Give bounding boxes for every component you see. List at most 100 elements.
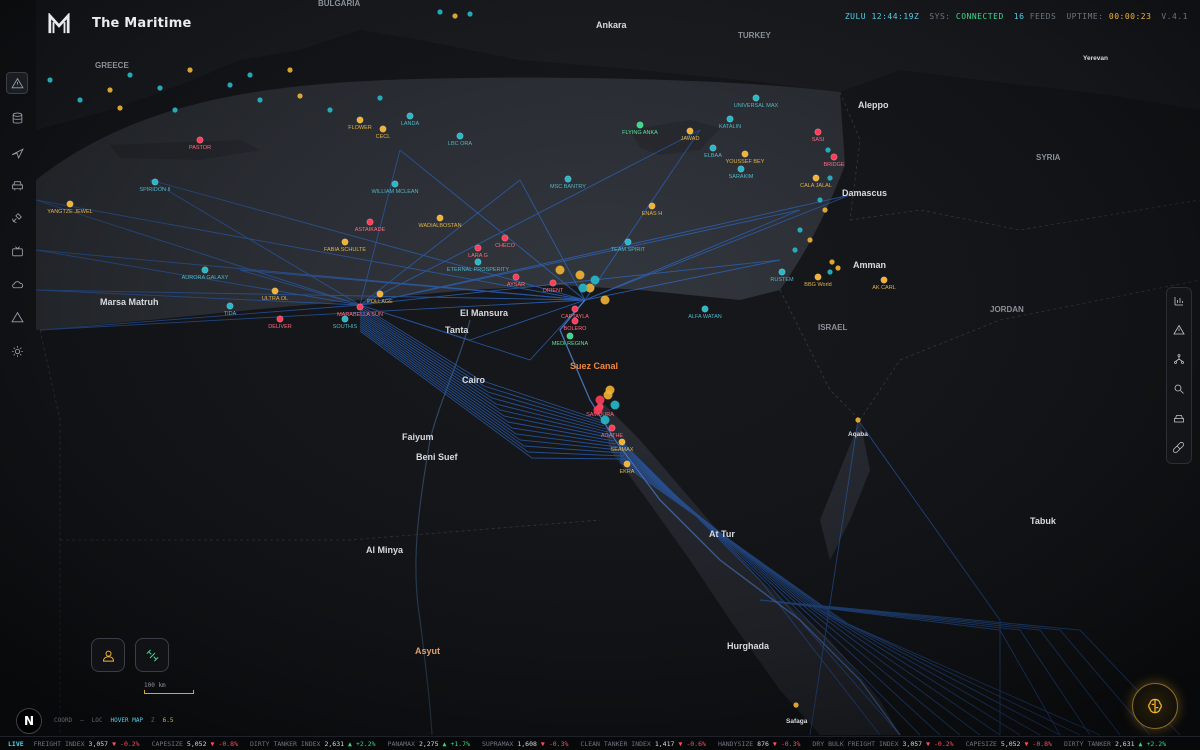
vessel-dot[interactable] xyxy=(812,174,820,182)
vessel-dot[interactable] xyxy=(709,144,717,152)
vessel-dot[interactable] xyxy=(797,227,803,233)
vessel-dot[interactable] xyxy=(564,175,572,183)
vessel-dot[interactable] xyxy=(595,395,605,405)
fleet-button[interactable] xyxy=(1170,410,1188,428)
vessel-dot[interactable] xyxy=(107,87,113,93)
vessel-dot[interactable] xyxy=(555,265,565,275)
vessel-dot[interactable] xyxy=(456,132,464,140)
vessel-dot[interactable] xyxy=(618,438,626,446)
vessel-dot[interactable] xyxy=(575,270,585,280)
vessel-dot[interactable] xyxy=(817,197,823,203)
vessel-dot[interactable] xyxy=(793,702,799,708)
vessel-dot[interactable] xyxy=(835,265,841,271)
vessel-dot[interactable] xyxy=(792,247,798,253)
vessel-dot[interactable] xyxy=(600,415,610,425)
sidebar-database-button[interactable] xyxy=(6,107,28,129)
vessel-dot[interactable] xyxy=(623,460,631,468)
vessel-dot[interactable] xyxy=(608,424,616,432)
vessel-dot[interactable] xyxy=(636,121,644,129)
vessel-dot[interactable] xyxy=(610,400,620,410)
vessel-dot[interactable] xyxy=(726,115,734,123)
vessel-dot[interactable] xyxy=(327,107,333,113)
vessel-dot[interactable] xyxy=(366,218,374,226)
vessel-dot[interactable] xyxy=(47,77,53,83)
vessel-dot[interactable] xyxy=(467,11,473,17)
vessel-dot[interactable] xyxy=(341,315,349,323)
vessel-dot[interactable] xyxy=(827,175,833,181)
ai-assistant-button[interactable] xyxy=(1132,683,1178,729)
alerts-panel-button[interactable] xyxy=(1170,321,1188,339)
satellite-layer-button[interactable] xyxy=(135,638,169,672)
vessel-dot[interactable] xyxy=(501,234,509,242)
vessel-dot[interactable] xyxy=(737,165,745,173)
vessel-dot[interactable] xyxy=(752,94,760,102)
sidebar-alerts-button[interactable] xyxy=(6,72,28,94)
vessel-dot[interactable] xyxy=(590,275,600,285)
vessel-dot[interactable] xyxy=(356,303,364,311)
sidebar-aircraft-button[interactable] xyxy=(6,141,28,163)
vessel-dot[interactable] xyxy=(880,276,888,284)
vessel-dot[interactable] xyxy=(452,13,458,19)
vessel-dot[interactable] xyxy=(187,67,193,73)
map-canvas[interactable]: BULGARIA TURKEY GREECE SYRIA ISRAEL JORDAN Ank… xyxy=(0,0,1200,750)
vessel-dot[interactable] xyxy=(257,97,263,103)
vessel-dot[interactable] xyxy=(406,112,414,120)
vessel-dot[interactable] xyxy=(855,417,861,423)
user-location-button[interactable] xyxy=(91,638,125,672)
sidebar-tv-button[interactable] xyxy=(6,240,28,262)
vessel-dot[interactable] xyxy=(201,266,209,274)
vessel-dot[interactable] xyxy=(341,238,349,246)
sidebar-weather-button[interactable] xyxy=(6,273,28,295)
sidebar-satellite-button[interactable] xyxy=(6,206,28,228)
vessel-dot[interactable] xyxy=(822,207,828,213)
vessel-dot[interactable] xyxy=(271,287,279,295)
vessel-dot[interactable] xyxy=(474,258,482,266)
vessel-dot[interactable] xyxy=(117,105,123,111)
vessel-dot[interactable] xyxy=(437,9,443,15)
vessel-dot[interactable] xyxy=(807,237,813,243)
vessel-dot[interactable] xyxy=(571,317,579,325)
vessel-dot[interactable] xyxy=(578,283,588,293)
sidebar-vehicle-button[interactable] xyxy=(6,174,28,196)
vessel-dot[interactable] xyxy=(247,72,253,78)
sidebar-warning-button[interactable] xyxy=(6,306,28,328)
vessel-dot[interactable] xyxy=(297,93,303,99)
vessel-dot[interactable] xyxy=(624,238,632,246)
north-badge-button[interactable]: N xyxy=(16,708,42,734)
vessel-dot[interactable] xyxy=(829,259,835,265)
vessel-dot[interactable] xyxy=(276,315,284,323)
vessel-dot[interactable] xyxy=(172,107,178,113)
vessel-dot[interactable] xyxy=(825,147,831,153)
vessel-dot[interactable] xyxy=(151,178,159,186)
sidebar-solar-button[interactable] xyxy=(6,340,28,362)
vessel-dot[interactable] xyxy=(814,128,822,136)
vessel-dot[interactable] xyxy=(778,268,786,276)
vessel-dot[interactable] xyxy=(377,95,383,101)
vessel-dot[interactable] xyxy=(701,305,709,313)
vessel-dot[interactable] xyxy=(196,136,204,144)
analytics-button[interactable] xyxy=(1170,292,1188,310)
search-button[interactable] xyxy=(1170,380,1188,398)
vessel-dot[interactable] xyxy=(814,273,822,281)
vessel-dot[interactable] xyxy=(605,385,615,395)
vessel-dot[interactable] xyxy=(549,279,557,287)
vessel-dot[interactable] xyxy=(686,127,694,135)
vessel-dot[interactable] xyxy=(356,116,364,124)
vessel-dot[interactable] xyxy=(741,150,749,158)
vessel-dot[interactable] xyxy=(391,180,399,188)
vessel-dot[interactable] xyxy=(593,405,603,415)
network-button[interactable] xyxy=(1170,350,1188,368)
vessel-dot[interactable] xyxy=(566,332,574,340)
vessel-dot[interactable] xyxy=(226,302,234,310)
vessel-dot[interactable] xyxy=(600,295,610,305)
vessel-dot[interactable] xyxy=(127,72,133,78)
vessel-dot[interactable] xyxy=(571,305,579,313)
vessel-dot[interactable] xyxy=(827,269,833,275)
vessel-dot[interactable] xyxy=(830,153,838,161)
vessel-dot[interactable] xyxy=(512,273,520,281)
tools-button[interactable] xyxy=(1170,439,1188,457)
vessel-dot[interactable] xyxy=(77,97,83,103)
vessel-dot[interactable] xyxy=(648,202,656,210)
vessel-dot[interactable] xyxy=(287,67,293,73)
vessel-dot[interactable] xyxy=(474,244,482,252)
